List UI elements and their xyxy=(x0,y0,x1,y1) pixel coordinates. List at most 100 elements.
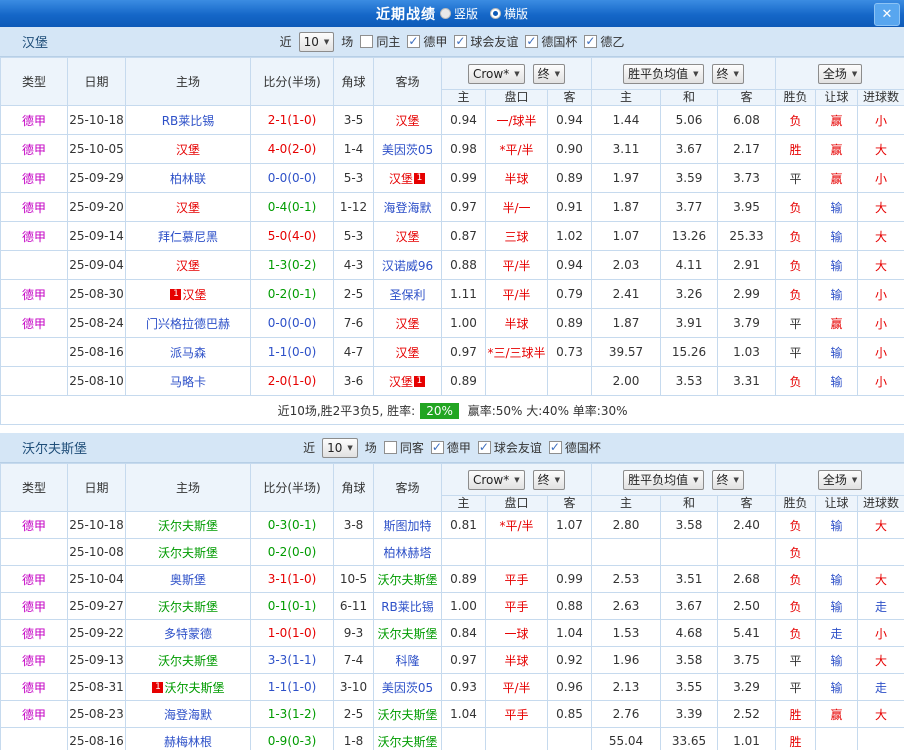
odds-final-select[interactable]: 终▼ xyxy=(533,64,565,84)
handicap-result-cell: 输 xyxy=(816,674,858,701)
col-away: 客场 xyxy=(374,464,442,512)
odds-source-select[interactable]: Crow*▼ xyxy=(468,64,525,84)
league-filter-checkbox[interactable]: 德国杯 xyxy=(525,33,577,50)
team-link[interactable]: 多特蒙德 xyxy=(164,627,212,641)
same-venue-checkbox[interactable]: 同客 xyxy=(384,439,424,456)
same-venue-checkbox[interactable]: 同主 xyxy=(360,33,400,50)
score-cell: 1-0(1-0) xyxy=(251,620,334,647)
match-count-select[interactable]: 10▼ xyxy=(299,32,335,52)
team-link[interactable]: 沃尔夫斯堡 xyxy=(164,681,224,695)
avg-home-cell: 2.76 xyxy=(592,701,661,728)
odds-home-cell: 0.87 xyxy=(442,222,486,251)
red-card-badge: 1 xyxy=(152,682,163,693)
checkbox-label: 德甲 xyxy=(423,33,447,50)
handicap-cell: 半/一 xyxy=(486,193,548,222)
avg-final-select[interactable]: 终▼ xyxy=(712,64,744,84)
avg-draw-cell: 3.77 xyxy=(661,193,718,222)
handicap-result-cell: 输 xyxy=(816,338,858,367)
avg-away-cell: 3.95 xyxy=(718,193,776,222)
team-link[interactable]: 美因茨05 xyxy=(382,681,433,695)
league-filter-checkbox[interactable]: 德乙 xyxy=(584,33,624,50)
close-icon[interactable]: ✕ xyxy=(874,3,900,26)
team-link[interactable]: 沃尔夫斯堡 xyxy=(377,735,437,749)
handicap-result-cell: 赢 xyxy=(816,309,858,338)
team-link[interactable]: 汉堡 xyxy=(176,201,200,215)
team-link[interactable]: 科隆 xyxy=(395,654,419,668)
date-cell: 25-08-16 xyxy=(68,728,126,750)
avg-away-cell: 2.68 xyxy=(718,566,776,593)
team-link[interactable]: RB莱比锡 xyxy=(162,114,215,128)
checkbox-box xyxy=(454,35,467,48)
summary-cell: 近10场,胜2平3负5, 胜率:20% 赢率:50% 大:40% 单率:30% xyxy=(1,396,904,425)
team-link[interactable]: 沃尔夫斯堡 xyxy=(377,627,437,641)
team-link[interactable]: 斯图加特 xyxy=(383,519,431,533)
radio-horizontal-layout[interactable]: 横版 xyxy=(490,5,528,22)
team-link[interactable]: 汉堡 xyxy=(176,143,200,157)
team-link[interactable]: 柏林联 xyxy=(170,172,206,186)
team-link[interactable]: 汉诺威96 xyxy=(382,259,433,273)
goals-result-cell: 小 xyxy=(858,164,904,193)
team-link[interactable]: 门兴格拉德巴赫 xyxy=(146,317,230,331)
summary-prefix: 近10场,胜2平3负5, 胜率: xyxy=(278,404,416,418)
team-link[interactable]: 汉堡 xyxy=(395,317,419,331)
radio-vertical-layout[interactable]: 竖版 xyxy=(440,5,478,22)
odds-source-select[interactable]: Crow*▼ xyxy=(468,470,525,490)
match-count-select[interactable]: 10▼ xyxy=(322,438,358,458)
team-link[interactable]: 奥斯堡 xyxy=(170,573,206,587)
team-link[interactable]: 汉堡 xyxy=(395,230,419,244)
subcol-avg-away: 客 xyxy=(718,496,776,512)
date-cell: 25-09-27 xyxy=(68,593,126,620)
team-link[interactable]: 马略卡 xyxy=(170,375,206,389)
subcol-goals: 进球数 xyxy=(858,90,904,106)
team-link[interactable]: 沃尔夫斯堡 xyxy=(158,600,218,614)
team-link[interactable]: 赫梅林根 xyxy=(164,735,212,749)
avg-group-header: 胜平负均值▼ 终▼ xyxy=(592,58,776,90)
odds-final-select[interactable]: 终▼ xyxy=(533,470,565,490)
team-link[interactable]: 汉堡 xyxy=(395,346,419,360)
corner-cell: 6-11 xyxy=(334,593,374,620)
team-link[interactable]: 汉堡 xyxy=(389,172,413,186)
handicap-result-cell: 输 xyxy=(816,280,858,309)
team-link[interactable]: 沃尔夫斯堡 xyxy=(377,708,437,722)
avg-draw-cell: 3.39 xyxy=(661,701,718,728)
team-link[interactable]: RB莱比锡 xyxy=(381,600,434,614)
type-cell: 球会友谊 xyxy=(1,367,68,396)
goals-result-cell: 大 xyxy=(858,251,904,280)
team-link[interactable]: 沃尔夫斯堡 xyxy=(158,546,218,560)
type-cell: 德甲 xyxy=(1,674,68,701)
col-home: 主场 xyxy=(126,58,251,106)
team-link[interactable]: 汉堡 xyxy=(176,259,200,273)
team-link[interactable]: 汉堡 xyxy=(182,288,206,302)
subcol-handicap-result: 让球 xyxy=(816,496,858,512)
team-link[interactable]: 沃尔夫斯堡 xyxy=(377,573,437,587)
chevron-down-icon: ▼ xyxy=(734,70,739,78)
team-link[interactable]: 海登海默 xyxy=(164,708,212,722)
scope-select[interactable]: 全场▼ xyxy=(818,470,862,490)
team-link[interactable]: 美因茨05 xyxy=(382,143,433,157)
team-link[interactable]: 汉堡 xyxy=(389,375,413,389)
league-filter-checkbox[interactable]: 球会友谊 xyxy=(454,33,518,50)
avg-type-select[interactable]: 胜平负均值▼ xyxy=(623,470,703,490)
avg-type-select[interactable]: 胜平负均值▼ xyxy=(623,64,703,84)
col-type: 类型 xyxy=(1,464,68,512)
league-filter-checkbox[interactable]: 德甲 xyxy=(431,439,471,456)
team-link[interactable]: 沃尔夫斯堡 xyxy=(158,519,218,533)
handicap-result-cell xyxy=(816,728,858,750)
team-link[interactable]: 沃尔夫斯堡 xyxy=(158,654,218,668)
team-link[interactable]: 拜仁慕尼黑 xyxy=(158,230,218,244)
team-link[interactable]: 派马森 xyxy=(170,346,206,360)
league-filter-checkbox[interactable]: 德甲 xyxy=(407,33,447,50)
team-link[interactable]: 海登海默 xyxy=(383,201,431,215)
date-cell: 25-10-04 xyxy=(68,566,126,593)
scope-select[interactable]: 全场▼ xyxy=(818,64,862,84)
team-link[interactable]: 汉堡 xyxy=(395,114,419,128)
team-link[interactable]: 圣保利 xyxy=(389,288,425,302)
outcome-cell: 平 xyxy=(776,647,816,674)
avg-final-select[interactable]: 终▼ xyxy=(712,470,744,490)
league-filter-checkbox[interactable]: 球会友谊 xyxy=(478,439,542,456)
team-link[interactable]: 柏林赫塔 xyxy=(383,546,431,560)
league-filter-checkbox[interactable]: 德国杯 xyxy=(549,439,601,456)
filter-games-label: 场 xyxy=(341,33,353,50)
odds-home-cell: 1.00 xyxy=(442,309,486,338)
date-cell: 25-09-20 xyxy=(68,193,126,222)
